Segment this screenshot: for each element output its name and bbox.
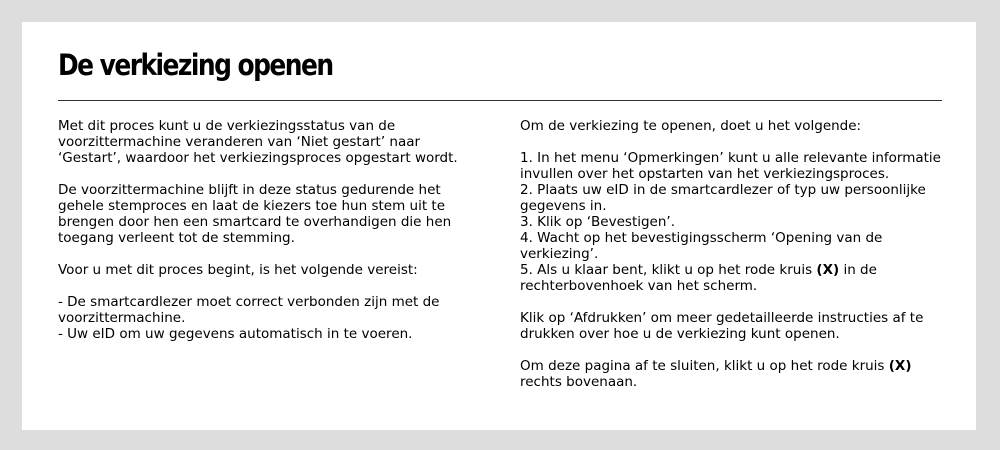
step-item: 3. Klik op ‘Bevestigen’. [520,214,675,230]
page-title: De verkiezing openen [58,48,334,82]
requirement-item: - De smartcardlezer moet correct verbond… [58,294,444,326]
close-text: Om deze pagina af te sluiten, klikt u op… [520,358,889,374]
requirements-intro: Voor u met dit proces begint, is het vol… [58,262,418,278]
close-x-label: (X) [888,358,912,374]
right-column: Om de verkiezing te openen, doet u het v… [520,118,950,390]
title-divider [58,100,942,101]
requirement-item: - Uw eID om uw gegevens automatisch in t… [58,326,413,342]
step-item: 2. Plaats uw eID in de smartcardlezer of… [520,182,931,214]
close-paragraph: Om deze pagina af te sluiten, klikt u op… [520,358,950,390]
step-item: 5. Als u klaar bent, klikt u op het rode… [520,262,950,294]
help-panel: De verkiezing openen Met dit proces kunt… [22,22,976,430]
step5-text: 5. Als u klaar bent, klikt u op het rode… [520,262,817,278]
steps-intro: Om de verkiezing te openen, doet u het v… [520,118,862,134]
close-x-label: (X) [816,262,840,278]
intro-paragraph: Met dit proces kunt u de verkiezingsstat… [58,118,458,166]
left-column: Met dit proces kunt u de verkiezingsstat… [58,118,478,342]
step-item: 4. Wacht op het bevestigingsscherm ‘Open… [520,230,887,262]
status-paragraph: De voorzittermachine blijft in deze stat… [58,182,456,246]
step-item: 1. In het menu ‘Opmerkingen’ kunt u alle… [520,150,946,182]
print-paragraph: Klik op ‘Afdrukken’ om meer gedetailleer… [520,310,928,342]
